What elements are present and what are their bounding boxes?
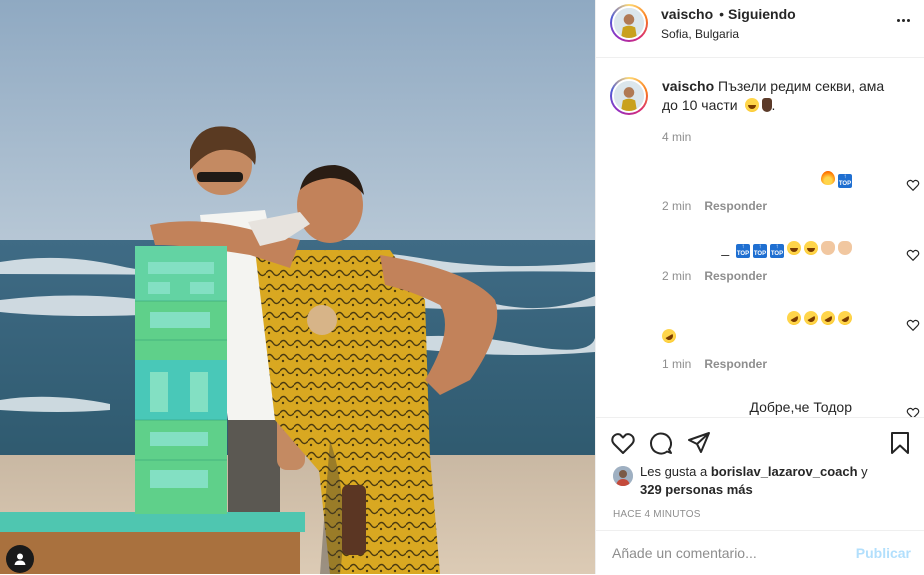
comment-body bbox=[659, 308, 912, 346]
like-comment-button[interactable] bbox=[906, 248, 920, 262]
victory-hand-emoji-icon bbox=[761, 98, 772, 112]
comment-item: 1 min Responder bbox=[659, 308, 912, 371]
heart-icon bbox=[611, 433, 635, 454]
likes-count-link[interactable]: 329 personas más bbox=[640, 482, 753, 497]
user-tag-icon bbox=[14, 553, 26, 565]
rofl-emoji-icon bbox=[835, 308, 855, 328]
laughing-emoji-icon bbox=[804, 241, 818, 255]
caption-avatar[interactable] bbox=[610, 77, 648, 115]
author-avatar[interactable] bbox=[610, 4, 648, 42]
clap-emoji-icon bbox=[838, 241, 852, 255]
comment-icon bbox=[650, 432, 672, 455]
post-side-panel: vaischo • Siguiendo Sofia, Bulgaria vais… bbox=[595, 0, 924, 574]
heart-icon bbox=[906, 407, 920, 417]
clap-emoji-icon bbox=[821, 241, 835, 255]
publish-button[interactable]: Publicar bbox=[856, 545, 911, 561]
caption-time: 4 min bbox=[662, 130, 692, 144]
post-timestamp[interactable]: HACE 4 MINUTOS bbox=[613, 509, 701, 520]
top-emoji-icon: ↑ TOP bbox=[838, 174, 852, 188]
comment-body: Добре,че Тодор bbox=[662, 398, 912, 416]
like-button[interactable] bbox=[610, 430, 636, 456]
comment-body: _ ↑ TOP↑ TOP↑ TOP bbox=[662, 239, 912, 258]
comment-item: Добре,че Тодор bbox=[662, 398, 912, 416]
fire-emoji-icon bbox=[821, 171, 835, 185]
reply-button[interactable]: Responder bbox=[704, 357, 767, 371]
share-icon bbox=[688, 432, 710, 453]
share-button[interactable] bbox=[686, 430, 712, 456]
post-photo[interactable] bbox=[0, 0, 595, 574]
rofl-emoji-icon bbox=[659, 326, 679, 346]
like-comment-button[interactable] bbox=[906, 318, 920, 332]
liker-avatar-image bbox=[613, 466, 633, 486]
like-comment-button[interactable] bbox=[906, 178, 920, 192]
comment-text: Добре,че Тодор bbox=[749, 399, 852, 415]
bookmark-icon bbox=[891, 432, 909, 454]
heart-icon bbox=[906, 249, 920, 262]
likes-summary: Les gusta a borislav_lazarov_coach y 329… bbox=[613, 463, 913, 499]
comment-text: _ bbox=[721, 240, 730, 256]
comments-list[interactable]: vaischo Пъзели редим секви, ама до 10 ча… bbox=[596, 59, 924, 417]
add-comment-bar: Publicar bbox=[596, 530, 924, 575]
reply-button[interactable]: Responder bbox=[704, 199, 767, 213]
rofl-emoji-icon bbox=[801, 308, 821, 328]
save-button[interactable] bbox=[887, 430, 913, 456]
caption-username[interactable]: vaischo bbox=[662, 78, 714, 94]
heart-icon bbox=[906, 319, 920, 332]
likes-prefix: Les gusta a bbox=[640, 464, 708, 479]
tagged-users-button[interactable] bbox=[6, 545, 34, 573]
action-bar bbox=[610, 430, 915, 456]
heart-icon bbox=[906, 179, 920, 192]
comment-input[interactable] bbox=[612, 545, 846, 561]
reply-button[interactable]: Responder bbox=[704, 269, 767, 283]
comment-item: ↑ TOP 2 min Responder bbox=[662, 169, 912, 213]
post-header: vaischo • Siguiendo Sofia, Bulgaria bbox=[596, 0, 924, 58]
rofl-emoji-icon bbox=[818, 308, 838, 328]
liker-username-link[interactable]: borislav_lazarov_coach bbox=[711, 464, 858, 479]
laughing-emoji-icon bbox=[744, 98, 759, 112]
comment-item: _ ↑ TOP↑ TOP↑ TOP 2 min Responder bbox=[662, 239, 912, 283]
rofl-emoji-icon bbox=[784, 308, 804, 328]
instagram-post-dialog: vaischo • Siguiendo Sofia, Bulgaria vais… bbox=[0, 0, 924, 574]
likes-joiner: y bbox=[861, 464, 868, 479]
top-emoji-icon: ↑ TOP bbox=[770, 244, 784, 258]
like-comment-button[interactable] bbox=[906, 406, 920, 417]
comment-time: 1 min bbox=[662, 357, 692, 371]
liker-avatar[interactable] bbox=[613, 466, 633, 486]
comment-time: 2 min bbox=[662, 199, 692, 213]
author-username-link[interactable]: vaischo bbox=[661, 6, 713, 22]
post-location-link[interactable]: Sofia, Bulgaria bbox=[661, 27, 796, 41]
top-emoji-icon: ↑ TOP bbox=[736, 244, 750, 258]
post-actions-section: Les gusta a borislav_lazarov_coach y 329… bbox=[596, 417, 924, 574]
following-button[interactable]: Siguiendo bbox=[728, 6, 796, 22]
laughing-emoji-icon bbox=[787, 241, 801, 255]
header-separator: • bbox=[719, 6, 725, 22]
beach-scene-image bbox=[0, 0, 595, 574]
comment-time: 2 min bbox=[662, 269, 692, 283]
comment-button[interactable] bbox=[648, 430, 674, 456]
top-emoji-icon: ↑ TOP bbox=[753, 244, 767, 258]
caption-avatar-image bbox=[614, 81, 644, 111]
comment-body: ↑ TOP bbox=[662, 169, 912, 188]
post-caption: vaischo Пъзели редим секви, ама до 10 ча… bbox=[610, 77, 910, 147]
more-options-icon[interactable] bbox=[893, 10, 913, 30]
author-avatar-image bbox=[614, 8, 644, 38]
